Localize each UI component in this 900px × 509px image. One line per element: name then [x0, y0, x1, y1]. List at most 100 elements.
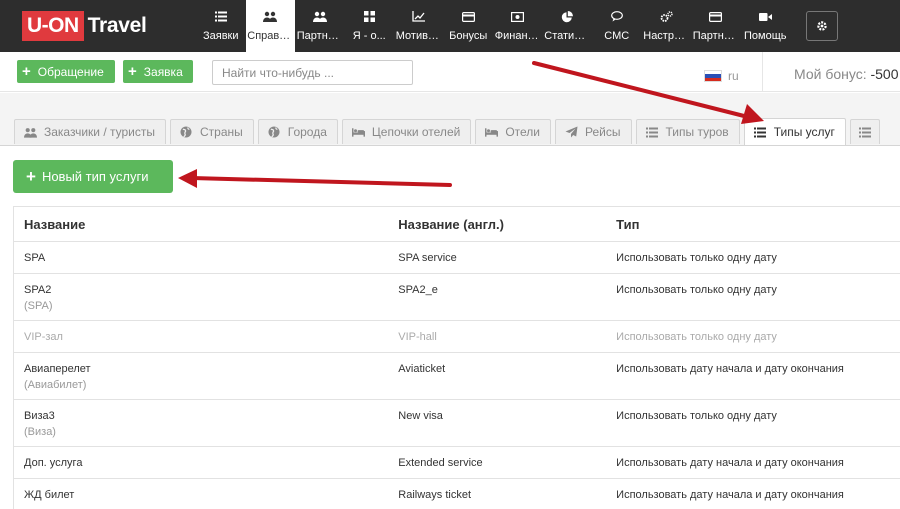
nav-item[interactable]: СМС	[592, 0, 642, 52]
cell-type: Использовать дату начала и дату окончани…	[606, 352, 900, 400]
nav-item-label: Справочники	[247, 29, 293, 42]
tab[interactable]: Заказчики / туристы	[14, 119, 166, 144]
language-code: ru	[728, 69, 739, 83]
table-row[interactable]: Доп. услуга Extended service Использовать …	[13, 446, 900, 479]
new-request-label: Обращение	[37, 64, 104, 79]
table-row[interactable]: Авиаперелет (Авиабилет) Aviaticket Использо…	[13, 352, 900, 400]
table-row[interactable]: SPA SPA service Использовать только одну д…	[13, 241, 900, 274]
tab-label: Цепочки отелей	[371, 125, 461, 139]
tab-label: Рейсы	[585, 125, 621, 139]
service-name[interactable]: SPA	[24, 252, 45, 264]
directory-tabs: Заказчики / туристы Страны Города Цепочки о…	[14, 118, 884, 145]
top-navbar: U-ON Travel ЗаявкиСправочникиПартнерыЯ -…	[0, 0, 900, 52]
bonus-label: Мой бонус:	[794, 66, 867, 82]
nav-item[interactable]: Настройки	[642, 0, 692, 52]
nav-item[interactable]: Я - о...	[345, 0, 395, 52]
tab[interactable]: Отели	[475, 119, 552, 144]
bed-icon	[485, 126, 499, 138]
table-row[interactable]: ЖД билет Railways ticket Использовать дату…	[13, 478, 900, 509]
chart-line-icon	[412, 11, 426, 23]
nav-item-label: Заявки	[202, 29, 239, 42]
my-bonus: Мой бонус: -500	[794, 66, 899, 82]
cell-name-en: VIP-hall	[388, 320, 607, 353]
new-request-button[interactable]: + Обращение	[17, 60, 115, 83]
tab-label: Города	[287, 125, 327, 139]
nav-item[interactable]: Помощь	[741, 0, 791, 52]
tab[interactable]: Страны	[169, 119, 254, 144]
cogs-icon	[659, 10, 673, 23]
cell-type: Использовать только одну дату	[606, 399, 900, 447]
nav-item[interactable]: Партнеры	[295, 0, 345, 52]
tab[interactable]: Типы услуг	[743, 118, 846, 145]
users-icon	[24, 126, 37, 138]
plus-icon: +	[26, 167, 36, 186]
nav-item[interactable]: Заявки	[196, 0, 246, 52]
service-types-panel: + Новый тип услуги Название Название (ан…	[0, 146, 900, 509]
cell-type: Использовать только одну дату	[606, 320, 900, 353]
new-service-type-label: Новый тип услуги	[41, 169, 149, 184]
nav-item[interactable]: Статистика	[543, 0, 593, 52]
content-area: Заказчики / туристы Страны Города Цепочки о…	[0, 93, 900, 509]
column-header-name[interactable]: Название	[13, 206, 389, 242]
globe-icon	[268, 126, 281, 138]
service-alias: (Авиабилет)	[24, 379, 87, 391]
table-row[interactable]: Виза3 (Виза) New visa Использовать только о…	[13, 399, 900, 447]
nav-item[interactable]: Партнеры	[691, 0, 741, 52]
service-name[interactable]: Авиаперелет	[24, 363, 91, 375]
service-name[interactable]: Доп. услуга	[24, 457, 82, 469]
logo-text: Travel	[87, 14, 147, 37]
service-name[interactable]: VIP-зал	[24, 331, 63, 343]
service-types-table: Название Название (англ.) Тип SPA SPA ser…	[13, 206, 900, 509]
language-switcher[interactable]: ru	[704, 69, 739, 83]
tab[interactable]: Рейсы	[555, 119, 632, 144]
table-row[interactable]: VIP-зал VIP-hall Использовать только одну …	[13, 320, 900, 353]
settings-button[interactable]	[806, 11, 838, 41]
tab[interactable]: Города	[257, 119, 338, 144]
nav-item-label: Финансы	[494, 29, 541, 42]
tab-label: Отели	[505, 125, 541, 139]
service-name[interactable]: ЖД билет	[24, 489, 74, 501]
card-icon	[709, 11, 723, 23]
service-alias: (SPA)	[24, 300, 53, 312]
new-order-label: Заявка	[143, 64, 183, 79]
video-icon	[758, 11, 772, 23]
nav-item-label: Бонусы	[449, 29, 488, 42]
toolbar-divider	[762, 52, 763, 92]
bed-icon	[351, 126, 365, 138]
app-logo[interactable]: U-ON Travel	[22, 11, 147, 41]
nav-item[interactable]: Бонусы	[444, 0, 494, 52]
column-header-name-en[interactable]: Название (англ.)	[388, 206, 607, 242]
plus-icon: +	[128, 63, 137, 80]
nav-item[interactable]: Справочники	[245, 0, 295, 52]
cell-name-en: Extended service	[388, 446, 607, 479]
table-row[interactable]: SPA2 (SPA) SPA2_e Использовать только одну …	[13, 273, 900, 321]
tab-more[interactable]	[849, 119, 880, 144]
search-input[interactable]	[212, 60, 413, 85]
nav-item[interactable]: Мотивация	[394, 0, 444, 52]
nav-item[interactable]: Финансы	[493, 0, 543, 52]
cell-name: VIP-зал	[13, 320, 389, 353]
nav-item-label: СМС	[604, 29, 630, 42]
nav-item-label: Настройки	[643, 29, 689, 42]
column-header-type[interactable]: Тип	[606, 206, 900, 242]
cell-name: Виза3 (Виза)	[13, 399, 389, 447]
plus-icon: +	[22, 63, 31, 80]
cell-name: ЖД билет	[13, 478, 389, 509]
new-order-button[interactable]: + Заявка	[123, 60, 193, 83]
gear-icon	[817, 21, 827, 31]
cell-type: Использовать только одну дату	[606, 241, 900, 274]
cell-name-en: SPA2_e	[388, 273, 607, 321]
service-name[interactable]: SPA2	[24, 284, 51, 296]
cell-name: SPA2 (SPA)	[13, 273, 389, 321]
cell-name-en: Railways ticket	[388, 478, 607, 509]
cell-name: Авиаперелет (Авиабилет)	[13, 352, 389, 400]
service-name[interactable]: Виза3	[24, 410, 55, 422]
grid-icon	[362, 11, 376, 23]
cell-name: Доп. услуга	[13, 446, 389, 479]
nav-item-label: Помощь	[744, 29, 787, 42]
tab[interactable]: Типы туров	[635, 119, 740, 144]
tab[interactable]: Цепочки отелей	[341, 119, 472, 144]
new-service-type-button[interactable]: + Новый тип услуги	[13, 160, 173, 193]
cell-name-en: New visa	[388, 399, 607, 447]
list-icon	[858, 126, 871, 138]
